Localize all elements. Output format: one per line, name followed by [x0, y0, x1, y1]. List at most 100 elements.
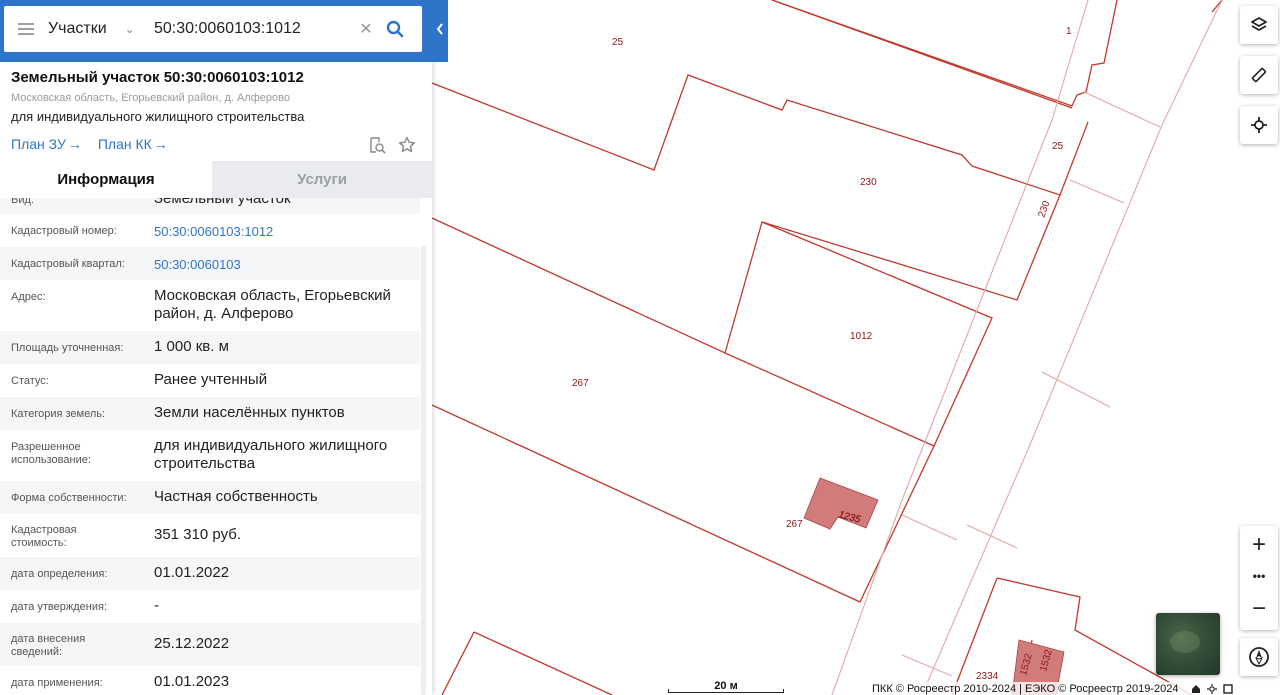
- parcel-layer: 25 1 25 230 230 1012 267 267 1235 2334 1…: [432, 0, 1223, 695]
- search-button[interactable]: [378, 6, 412, 52]
- layer-select[interactable]: Участки ⌄: [48, 6, 154, 52]
- info-value: 01.01.2022: [154, 564, 230, 581]
- hamburger-icon: [18, 28, 34, 30]
- info-label: Статус:: [11, 375, 49, 387]
- document-search-icon[interactable]: [368, 136, 386, 154]
- arrow-right-icon: →: [153, 136, 168, 152]
- parcel-label: 25: [1052, 141, 1064, 152]
- crosshair-icon[interactable]: [1206, 683, 1217, 694]
- scrollbar[interactable]: [421, 246, 426, 695]
- tab-information[interactable]: Информация: [0, 161, 212, 198]
- measure-button[interactable]: [1240, 56, 1278, 94]
- info-row: Площадь уточненная: 1 000 кв. м: [0, 331, 420, 364]
- info-list: Вид: Земельный участок Кадастровый номер…: [0, 198, 432, 695]
- info-row: Разрешенное использование: для индивидуа…: [0, 430, 420, 481]
- ruler-icon: [1251, 67, 1267, 83]
- search-box: Участки ⌄ ✕: [4, 6, 422, 52]
- info-value: 01.01.2023: [154, 673, 230, 690]
- road-edge: [1069, 179, 1125, 204]
- tab-services[interactable]: Услуги: [212, 161, 432, 198]
- star-icon[interactable]: [398, 136, 416, 154]
- road-edge: [901, 654, 953, 677]
- info-label: дата определения:: [11, 568, 108, 580]
- crosshair-icon: [1251, 117, 1267, 133]
- info-row: Статус: Ранее учтенный: [0, 364, 420, 397]
- info-label: Категория земель:: [11, 408, 106, 420]
- app: 25 1 25 230 230 1012 267 267 1235 2334 1…: [0, 0, 1280, 695]
- chevron-left-icon: [436, 23, 443, 35]
- locate-button[interactable]: [1240, 106, 1278, 144]
- zoom-in-button[interactable]: +: [1240, 526, 1278, 564]
- road-edge: [966, 524, 1018, 549]
- parcel-label: 2334: [976, 671, 999, 682]
- search-bar: Участки ⌄ ✕: [0, 0, 448, 62]
- info-value: Земельный участок: [154, 198, 291, 207]
- chevron-down-icon: ⌄: [124, 22, 135, 36]
- info-value: -: [154, 597, 159, 614]
- info-row: дата утверждения: -: [0, 590, 420, 623]
- info-label: Форма собственности:: [11, 492, 127, 504]
- attribution: ПКК © Росреестр 2010-2024 | ЕЭКО © Росре…: [872, 682, 1280, 695]
- layers-button[interactable]: [1240, 6, 1278, 44]
- attribution-text: ПКК © Росреестр 2010-2024 | ЕЭКО © Росре…: [872, 682, 1179, 695]
- parcel-label: 267: [786, 519, 803, 530]
- info-value: 351 310 руб.: [154, 526, 241, 543]
- info-label: Кадастровая стоимость:: [11, 524, 77, 549]
- info-value: Частная собственность: [154, 488, 318, 505]
- parcel-boundary: [441, 631, 475, 695]
- info-row: Кадастровая стоимость: 351 310 руб.: [0, 514, 420, 557]
- compass-icon: [1249, 647, 1269, 667]
- zoom-out-button[interactable]: −: [1240, 588, 1278, 630]
- fullscreen-icon[interactable]: [1222, 683, 1233, 694]
- plan-kk-link[interactable]: План КК →: [98, 136, 168, 152]
- object-title: Земельный участок 50:30:0060103:1012: [11, 69, 304, 86]
- cadastral-number-link[interactable]: 50:30:0060103:1012: [154, 214, 420, 247]
- info-value: Земли населённых пунктов: [154, 404, 345, 421]
- cadastral-quarter-link[interactable]: 50:30:0060103: [154, 247, 420, 280]
- parcel-label: 1012: [850, 331, 873, 342]
- home-icon[interactable]: [1191, 684, 1201, 694]
- collapse-panel-button[interactable]: [432, 6, 448, 52]
- building: [803, 477, 879, 530]
- compass-button[interactable]: [1240, 638, 1278, 676]
- map-canvas[interactable]: 25 1 25 230 230 1012 267 267 1235 2334 1…: [432, 0, 1280, 695]
- info-label: Кадастровый номер:: [11, 225, 117, 237]
- info-row: Кадастровый квартал: 50:30:0060103: [0, 247, 420, 280]
- panel-tabs: Информация Услуги: [0, 161, 432, 198]
- minimap[interactable]: [1156, 613, 1220, 675]
- parcel-label: 230: [860, 177, 877, 188]
- layers-icon: [1251, 17, 1267, 31]
- info-value: Ранее учтенный: [154, 371, 268, 388]
- layer-select-value: Участки: [48, 20, 107, 37]
- plan-zu-link[interactable]: План ЗУ →: [11, 136, 82, 152]
- road-edge: [1041, 371, 1111, 408]
- scale-line: [668, 689, 784, 693]
- parcel-boundary: [432, 217, 993, 447]
- info-value: Московская область, Егорьевский район, д…: [154, 287, 391, 322]
- search-icon: [386, 20, 404, 38]
- info-value: 25.12.2022: [154, 635, 230, 652]
- info-label: Адрес:: [11, 291, 46, 303]
- more-button[interactable]: •••: [1240, 564, 1278, 588]
- parcel-boundary: [771, 0, 1118, 107]
- info-value: для индивидуального жилищного строительс…: [154, 437, 388, 472]
- parcel-label: 25: [612, 37, 624, 48]
- info-label: дата внесения сведений:: [11, 633, 86, 658]
- search-input[interactable]: [154, 14, 354, 44]
- info-label: Разрешенное использование:: [11, 441, 91, 466]
- info-label: Площадь уточненная:: [11, 342, 124, 354]
- info-row: дата внесения сведений: 25.12.2022: [0, 623, 420, 666]
- info-row: Категория земель: Земли населённых пункт…: [0, 397, 420, 430]
- info-row: дата определения: 01.01.2022: [0, 557, 420, 590]
- menu-button[interactable]: [4, 6, 48, 52]
- road-edge: [901, 514, 958, 541]
- close-icon[interactable]: ✕: [354, 19, 378, 39]
- info-label: Кадастровый квартал:: [11, 258, 125, 270]
- info-panel: Участки ⌄ ✕ Земельный участок 50:30:0060…: [0, 0, 448, 695]
- object-purpose: для индивидуального жилищного строительс…: [11, 109, 305, 124]
- parcel-label: 267: [572, 378, 589, 389]
- road-edge: [831, 0, 1089, 695]
- parcel-boundary: [432, 74, 1089, 196]
- object-header: Земельный участок 50:30:0060103:1012 Мос…: [0, 62, 432, 160]
- road-edge: [1083, 91, 1161, 128]
